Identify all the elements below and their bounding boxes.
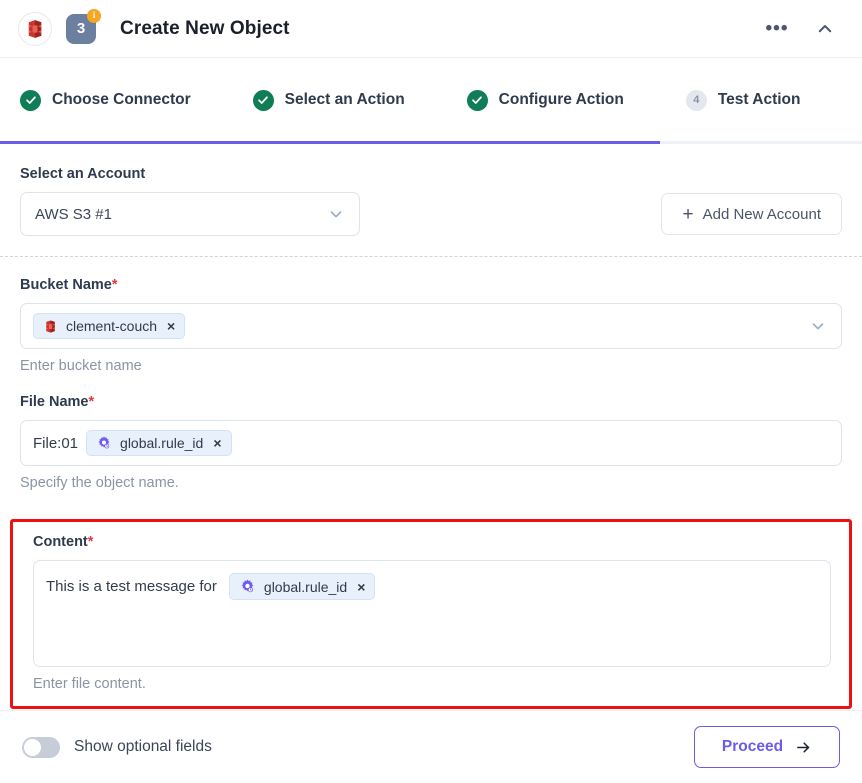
step-label: Choose Connector [52,91,191,108]
content-field-highlight: Content* This is a test message for glob… [10,519,852,709]
account-select[interactable]: AWS S3 #1 [20,192,360,236]
content-textarea[interactable]: This is a test message for global.rule_i… [33,560,831,667]
proceed-button[interactable]: Proceed [694,726,840,768]
bucket-name-label: Bucket Name* [20,277,842,293]
step-test-action[interactable]: 4 Test Action [685,89,801,111]
chevron-down-icon [327,205,345,223]
header-actions: ••• [766,18,844,40]
account-selected-value: AWS S3 #1 [35,205,112,223]
chip-remove-icon[interactable]: × [213,436,221,450]
required-asterisk: * [111,277,118,293]
add-new-account-label: Add New Account [702,205,821,223]
toggle-switch[interactable] [22,736,60,758]
file-name-chip[interactable]: global.rule_id × [86,430,232,456]
bucket-chip[interactable]: clement-couch × [33,313,186,339]
account-label: Select an Account [20,166,146,182]
create-new-object-panel: 3 i Create New Object ••• Choose Connect… [0,0,862,783]
add-new-account-button[interactable]: + Add New Account [661,193,842,235]
file-name-label: File Name* [20,394,842,410]
content-chip[interactable]: global.rule_id × [228,573,376,600]
step-count-value: 3 [76,20,86,37]
file-name-prefix-text: File:01 [33,434,79,452]
step-label: Test Action [717,91,801,108]
toggle-knob [24,738,41,756]
chip-remove-icon[interactable]: × [167,319,175,333]
file-name-chip-label: global.rule_id [120,435,204,451]
gear-clock-icon [96,435,112,451]
bucket-chip-label: clement-couch [66,318,158,334]
chip-remove-icon[interactable]: × [357,580,365,594]
check-circle-icon [20,89,41,111]
step-label: Select an Action [284,91,405,108]
bucket-name-help: Enter bucket name [20,358,142,374]
bucket-name-label-text: Bucket Name [20,277,112,293]
content-label-text: Content [33,534,88,550]
bucket-name-field: Bucket Name* clement-couch × Enter bucke… [20,277,842,374]
action-config-form: Bucket Name* clement-couch × Enter bucke… [0,257,862,517]
required-asterisk: * [87,534,94,550]
proceed-label: Proceed [721,738,784,755]
required-asterisk: * [88,394,95,410]
file-name-input[interactable]: File:01 global.rule_id × [20,420,842,466]
content-chip-label: global.rule_id [263,578,348,595]
info-badge-icon: i [87,8,101,23]
step-count-badge[interactable]: 3 i [66,8,101,44]
content-help: Enter file content. [33,676,146,692]
content-label: Content* [33,534,831,550]
check-circle-icon [252,89,274,111]
aws-s3-icon [18,11,52,46]
show-optional-fields-label: Show optional fields [74,738,212,755]
check-circle-icon [466,89,488,111]
account-section: Select an Account AWS S3 #1 + Add New Ac… [0,144,862,256]
file-name-field: File Name* File:01 global.rule_id × Spec… [20,394,842,491]
ellipsis-icon[interactable]: ••• [766,18,788,40]
gear-clock-icon [239,578,256,595]
content-text: This is a test message for [46,578,217,595]
wizard-stepper: Choose Connector Select an Action Config… [0,58,862,144]
chevron-down-icon[interactable] [809,317,827,335]
show-optional-fields-toggle[interactable]: Show optional fields [22,736,212,758]
step-select-an-action[interactable]: Select an Action [252,89,405,111]
file-name-label-text: File Name [20,394,89,410]
step-number-badge: 4 [685,89,707,111]
step-label: Configure Action [498,91,624,108]
step-configure-action[interactable]: Configure Action [466,89,624,111]
panel-header: 3 i Create New Object ••• [0,0,862,58]
chevron-up-icon[interactable] [814,18,836,40]
page-title: Create New Object [120,17,290,39]
panel-footer: Show optional fields Proceed [0,710,862,783]
aws-s3-icon [43,319,58,334]
file-name-help: Specify the object name. [20,475,179,491]
arrow-right-icon [795,739,812,756]
bucket-name-input[interactable]: clement-couch × [20,303,842,349]
plus-icon: + [682,203,694,225]
step-choose-connector[interactable]: Choose Connector [20,89,191,111]
